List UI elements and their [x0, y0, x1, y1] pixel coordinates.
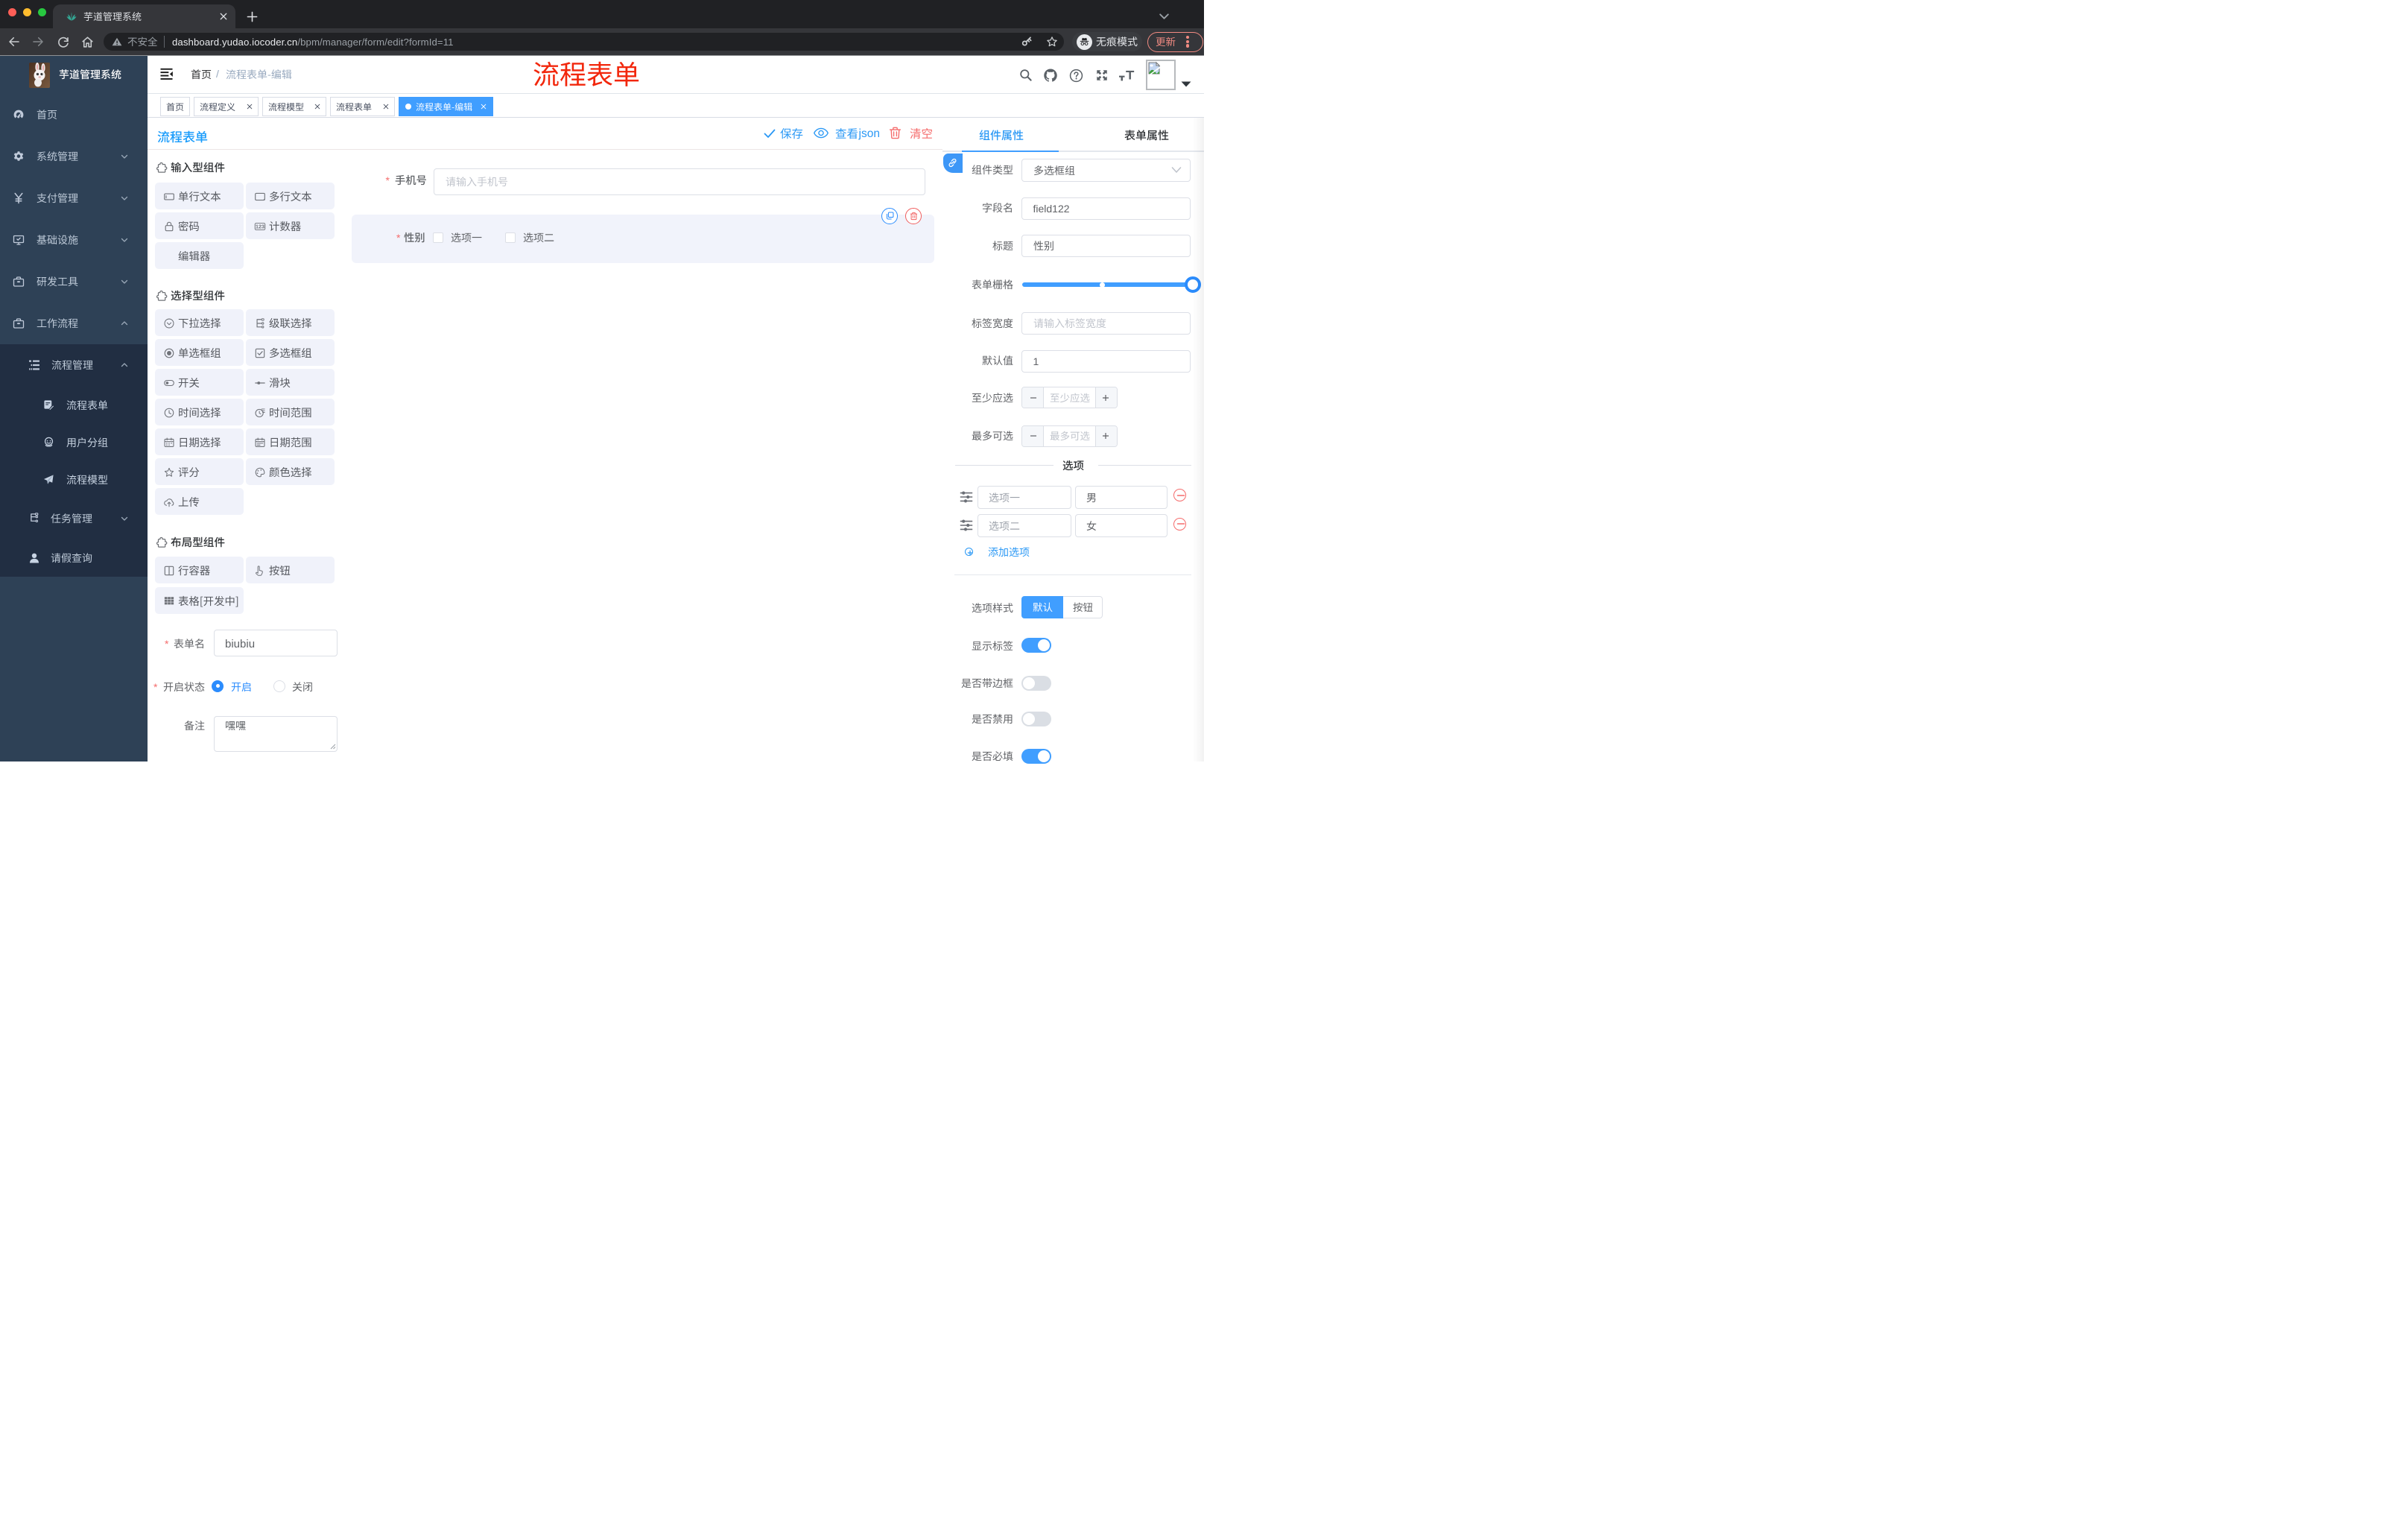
svg-text:123: 123: [256, 224, 264, 229]
